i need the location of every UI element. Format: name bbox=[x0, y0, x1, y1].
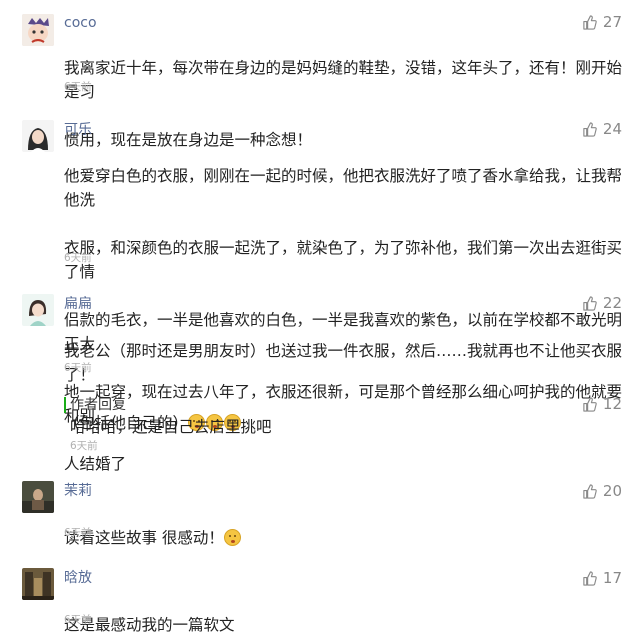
like-count: 12 bbox=[602, 395, 622, 413]
reply-text: 哈哈哈，还是自己去店里挑吧 bbox=[70, 418, 272, 436]
thumbs-up-icon bbox=[583, 121, 597, 137]
like-count: 22 bbox=[602, 294, 622, 312]
nickname[interactable]: 可乐 bbox=[64, 120, 92, 140]
avatar[interactable] bbox=[22, 294, 54, 326]
comment-line: 我老公（那时还是男朋友时）也送过我一件衣服，然后……我就再也不让他买衣服了！ bbox=[64, 342, 623, 384]
avatar[interactable] bbox=[22, 568, 54, 600]
thumbs-up-icon bbox=[583, 396, 597, 412]
like-button[interactable]: 20 bbox=[582, 481, 622, 501]
like-count: 27 bbox=[602, 13, 622, 31]
timestamp: 6天前 bbox=[64, 252, 92, 264]
comment-line: 衣服，和深颜色的衣服一起洗了，就染色了，为了弥补他，我们第一次出去逛街买了情 bbox=[64, 239, 623, 281]
nickname[interactable]: coco bbox=[64, 13, 97, 33]
author-reply-label: 作者回复 bbox=[70, 397, 126, 413]
timestamp: 6天前 bbox=[64, 527, 92, 539]
like-button[interactable]: 12 bbox=[582, 394, 622, 414]
reply-indicator-bar bbox=[64, 397, 66, 413]
timestamp: 6天前 bbox=[70, 440, 98, 452]
nickname[interactable]: 茉莉 bbox=[64, 481, 92, 501]
comment-line: 他爱穿白色的衣服，刚刚在一起的时候，他把衣服洗好了喷了香水拿给我，让我帮他洗 bbox=[64, 167, 623, 209]
like-button[interactable]: 27 bbox=[582, 12, 622, 32]
comment-line: 我离家近十年，每次带在身边的是妈妈缝的鞋垫，没错，这年头了，还有！刚开始是习 bbox=[64, 59, 623, 101]
like-button[interactable]: 24 bbox=[582, 119, 622, 139]
timestamp: 6天前 bbox=[64, 81, 92, 93]
like-count: 17 bbox=[602, 569, 622, 587]
author-reply: 作者回复 12 哈哈哈，还是自己去店里挑吧 6天前 bbox=[0, 390, 640, 460]
avatar[interactable] bbox=[22, 481, 54, 513]
avatar[interactable] bbox=[22, 120, 54, 152]
thumbs-up-icon bbox=[583, 295, 597, 311]
nickname[interactable]: 扁扁 bbox=[64, 294, 92, 314]
like-count: 24 bbox=[602, 120, 622, 138]
avatar[interactable] bbox=[22, 14, 54, 46]
like-count: 20 bbox=[602, 482, 622, 500]
comment-item: 扁扁 22 我老公（那时还是男朋友时）也送过我一件衣服，然后……我就再也不让他买… bbox=[0, 288, 640, 432]
thumbs-up-icon bbox=[583, 483, 597, 499]
comment-item: 可乐 24 他爱穿白色的衣服，刚刚在一起的时候，他把衣服洗好了喷了香水拿给我，让… bbox=[0, 110, 640, 473]
timestamp: 6天前 bbox=[64, 614, 92, 626]
timestamp: 6天前 bbox=[64, 362, 92, 374]
thumbs-up-icon bbox=[583, 570, 597, 586]
like-button[interactable]: 22 bbox=[582, 293, 622, 313]
comment-item: 晗放 17 这是最感动我的一篇软文 6天前 bbox=[0, 562, 640, 636]
comment-text: 这是最感动我的一篇软文 bbox=[64, 589, 624, 636]
thumbs-up-icon bbox=[583, 14, 597, 30]
comment-text: 读看这些故事 很感动！ bbox=[64, 502, 624, 550]
comment-item: coco 27 我离家近十年，每次带在身边的是妈妈缝的鞋垫，没错，这年头了，还有… bbox=[0, 0, 640, 149]
nickname[interactable]: 晗放 bbox=[64, 568, 92, 588]
like-button[interactable]: 17 bbox=[582, 568, 622, 588]
flushed-emoji-icon bbox=[223, 529, 241, 546]
comment-item: 茉莉 20 读看这些故事 很感动！ 6天前 bbox=[0, 474, 640, 554]
